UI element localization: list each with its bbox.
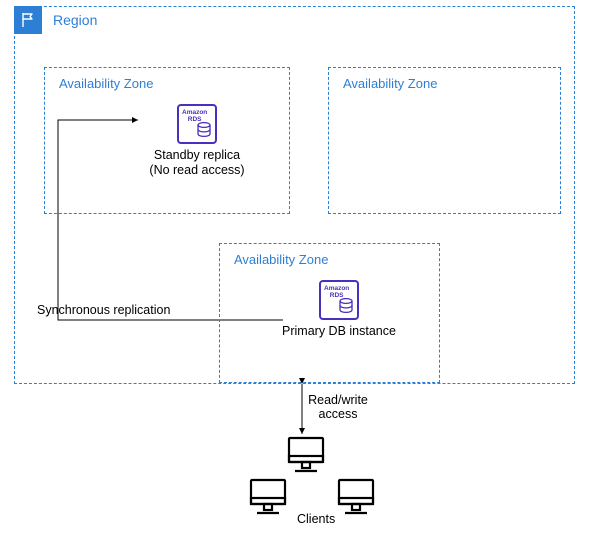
standby-label: Standby replica (No read access) xyxy=(149,148,244,178)
az1-label: Availability Zone xyxy=(59,76,153,91)
flag-icon xyxy=(14,6,42,34)
rds-icon: Amazon RDS xyxy=(177,104,217,144)
standby-replica-node: Amazon RDS Standby replica (No read acce… xyxy=(145,104,249,178)
synchronous-replication-label: Synchronous replication xyxy=(37,303,170,317)
availability-zone-2: Availability Zone xyxy=(328,67,561,214)
database-icon xyxy=(197,122,211,138)
region-label: Region xyxy=(53,12,97,28)
region-box: Region Availability Zone Amazon RDS Stan… xyxy=(14,6,575,384)
availability-zone-1: Availability Zone Amazon RDS Standby rep… xyxy=(44,67,290,214)
clients-group: Clients xyxy=(237,432,387,542)
read-write-access-label: Read/write access xyxy=(303,393,373,421)
primary-label: Primary DB instance xyxy=(282,324,396,339)
primary-db-node: Amazon RDS Primary DB instance xyxy=(279,280,399,339)
rds-icon: Amazon RDS xyxy=(319,280,359,320)
computer-icon xyxy=(247,476,289,518)
rds-icon-text-top: Amazon xyxy=(182,109,207,116)
az3-label: Availability Zone xyxy=(234,252,328,267)
database-icon xyxy=(339,298,353,314)
rds-icon-text-top: Amazon xyxy=(324,285,349,292)
computer-icon xyxy=(285,434,327,476)
az2-label: Availability Zone xyxy=(343,76,437,91)
computer-icon xyxy=(335,476,377,518)
availability-zone-3: Availability Zone Amazon RDS Primary DB … xyxy=(219,243,440,383)
clients-label: Clients xyxy=(297,512,335,526)
